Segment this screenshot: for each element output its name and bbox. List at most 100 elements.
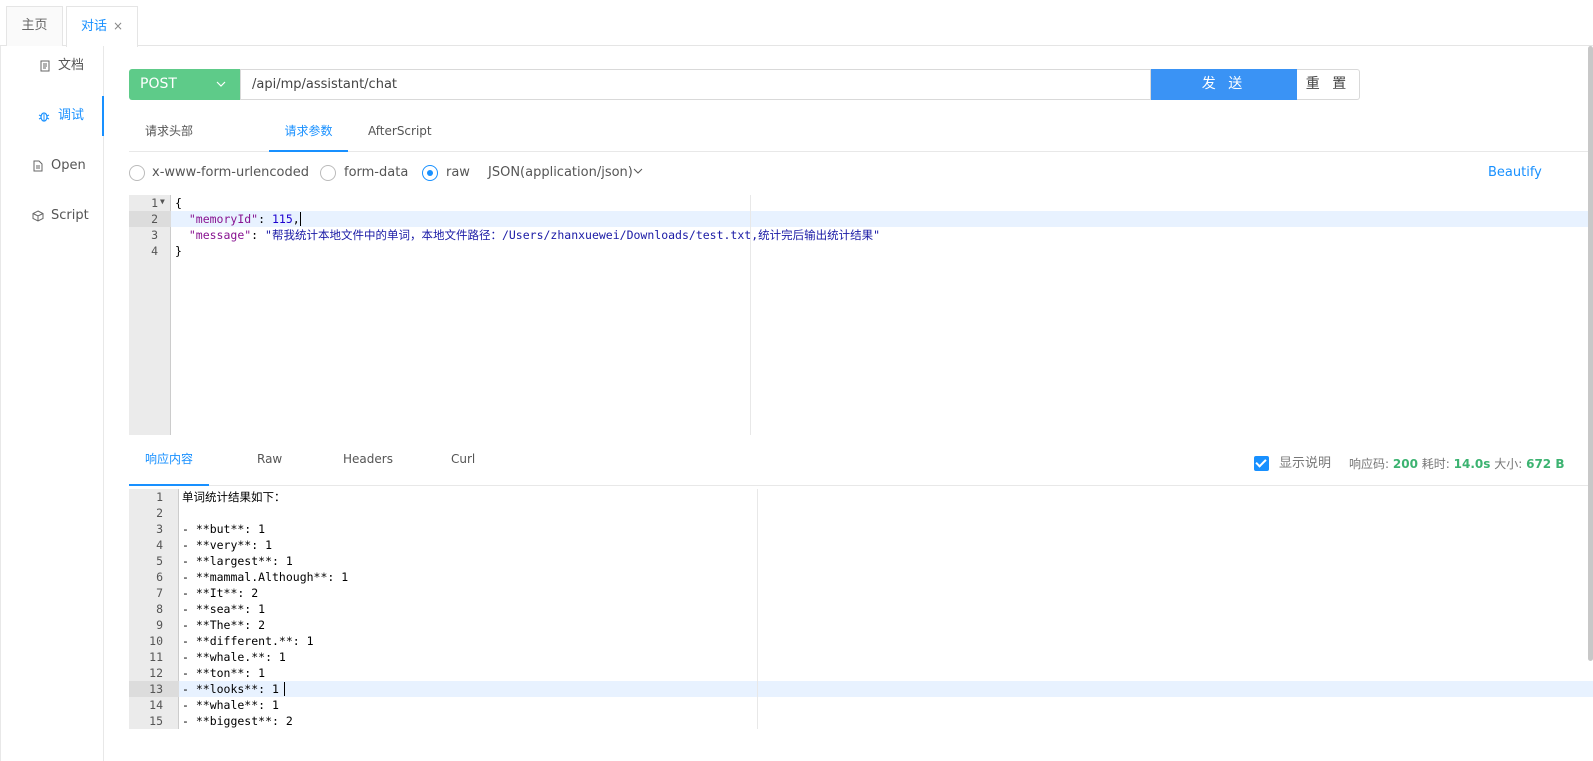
status-label: 响应码: (1349, 457, 1390, 471)
tab-response-headers[interactable]: Headers (343, 449, 393, 485)
tab-request-params[interactable]: 请求参数 (269, 116, 348, 152)
json-key: "memoryId" (188, 212, 259, 226)
beautify-button[interactable]: Beautify (1488, 163, 1542, 183)
sidebar-item-label: Script (51, 208, 89, 223)
text-cursor (300, 212, 301, 226)
radio-raw-label[interactable]: raw (446, 163, 470, 183)
json-number: 115 (271, 212, 293, 226)
active-line-highlight (179, 681, 1593, 697)
active-line-highlight (171, 211, 1593, 227)
chevron-down-icon (633, 168, 643, 174)
chevron-down-icon (216, 69, 226, 113)
radio-form-data-label[interactable]: form-data (344, 163, 408, 183)
reset-button[interactable]: 重 置 (1297, 69, 1360, 100)
line-number: 2 (156, 506, 163, 520)
line-number: 7 (156, 586, 163, 600)
line-number: 9 (156, 618, 163, 632)
line-number: 15 (149, 714, 163, 728)
send-button[interactable]: 发 送 (1151, 69, 1297, 100)
json-punct: : (258, 212, 272, 226)
method-select[interactable]: POST (129, 69, 240, 100)
tab-response-content[interactable]: 响应内容 (129, 449, 209, 486)
code-line: - **ton**: 1 (182, 666, 266, 680)
show-desc-checkbox[interactable] (1254, 456, 1269, 471)
line-number: 5 (156, 554, 163, 568)
bug-icon (38, 112, 50, 122)
code-line: { (175, 196, 182, 210)
sidebar: 文档 调试 Open Script (0, 46, 104, 761)
request-tabs: 请求头部 请求参数 AfterScript (129, 116, 1593, 152)
code-line: - **sea**: 1 (182, 602, 266, 616)
code-line: - **It**: 2 (182, 586, 259, 600)
content-type-value: JSON(application/json) (488, 165, 633, 180)
sidebar-item-label: 文档 (58, 58, 85, 73)
time-value: 14.0s (1453, 457, 1491, 471)
code-line: - **looks**: 1 (182, 682, 279, 696)
status-value: 200 (1392, 457, 1418, 471)
code-line: - **whale.**: 1 (182, 650, 286, 664)
text-cursor (284, 682, 285, 696)
line-number: 4 (156, 538, 163, 552)
code-line: - **mammal.Although**: 1 (182, 570, 349, 584)
line-number: 1 (151, 196, 158, 210)
line-number: 11 (149, 650, 163, 664)
code-line: - **whale**: 1 (182, 698, 279, 712)
tab-chat-label: 对话 (80, 19, 107, 34)
json-punct: : (251, 228, 266, 242)
radio-raw[interactable] (422, 165, 438, 181)
status-info: 响应码: 200 耗时: 14.0s 大小: 672 B (1349, 455, 1564, 473)
url-input[interactable]: /api/mp/assistant/chat (240, 69, 1151, 100)
fold-icon[interactable]: ▼ (160, 197, 165, 206)
method-value: POST (140, 76, 177, 92)
code-line: - **The**: 2 (182, 618, 266, 632)
show-desc-label[interactable]: 显示说明 (1279, 455, 1331, 473)
print-margin (757, 489, 758, 729)
tab-response-raw[interactable]: Raw (257, 449, 282, 485)
tab-home[interactable]: 主页 (6, 6, 63, 46)
json-punct: , (292, 212, 300, 226)
page-scrollbar[interactable] (1588, 46, 1593, 661)
radio-urlencoded[interactable] (129, 165, 145, 181)
tab-chat[interactable]: 对话 × (66, 6, 138, 47)
tab-home-label: 主页 (21, 18, 48, 33)
code-line: 单词统计结果如下： (182, 490, 286, 504)
line-number: 3 (151, 228, 158, 242)
line-number: 3 (156, 522, 163, 536)
size-label: 大小: (1494, 457, 1523, 471)
radio-urlencoded-label[interactable]: x-www-form-urlencoded (152, 163, 309, 183)
size-value: 672 B (1526, 457, 1565, 471)
file-icon (33, 160, 43, 172)
tab-request-headers[interactable]: 请求头部 (145, 116, 193, 152)
request-body-editor[interactable]: 1 ▼ 2 3 4 { "memoryId": 115, "message": … (129, 195, 1593, 435)
code-line: - **largest**: 1 (182, 554, 293, 568)
line-number: 12 (149, 666, 163, 680)
sidebar-item-docs[interactable]: 文档 (1, 46, 104, 86)
time-label: 耗时: (1421, 457, 1450, 471)
document-icon (40, 60, 50, 72)
json-key: "message" (188, 228, 252, 242)
line-number: 13 (149, 682, 163, 696)
sidebar-item-script[interactable]: Script (1, 196, 104, 236)
line-number: 1 (156, 490, 163, 504)
code-line: } (175, 244, 182, 258)
sidebar-item-label: 调试 (58, 108, 85, 123)
sidebar-item-open[interactable]: Open (1, 146, 104, 186)
line-number: 8 (156, 602, 163, 616)
code-line: - **very**: 1 (182, 538, 273, 552)
response-body-editor[interactable]: 1 单词统计结果如下： 2 3 - **but**: 1 4 - **very**: 1 5 -… (129, 489, 1593, 729)
code-line: - **biggest**: 2 (182, 714, 293, 728)
code-line: "memoryId": 115, (175, 211, 300, 227)
line-number: 14 (149, 698, 163, 712)
content-type-select[interactable]: JSON(application/json) (488, 163, 643, 183)
app-window: 主页 对话 × 文档 调试 Open Script POST /api/mp/as… (0, 0, 1593, 761)
line-number: 2 (151, 212, 158, 226)
radio-form-data[interactable] (320, 165, 336, 181)
sidebar-item-debug[interactable]: 调试 (1, 96, 104, 136)
close-icon[interactable]: × (113, 19, 123, 33)
code-line: "message": "帮我统计本地文件中的单词，本地文件路径：/Users/z… (175, 227, 880, 243)
line-number: 6 (156, 570, 163, 584)
tab-afterscript[interactable]: AfterScript (368, 116, 432, 152)
code-line: - **different.**: 1 (182, 634, 314, 648)
tab-response-curl[interactable]: Curl (451, 449, 475, 485)
top-tab-bar: 主页 对话 × (0, 0, 1593, 47)
